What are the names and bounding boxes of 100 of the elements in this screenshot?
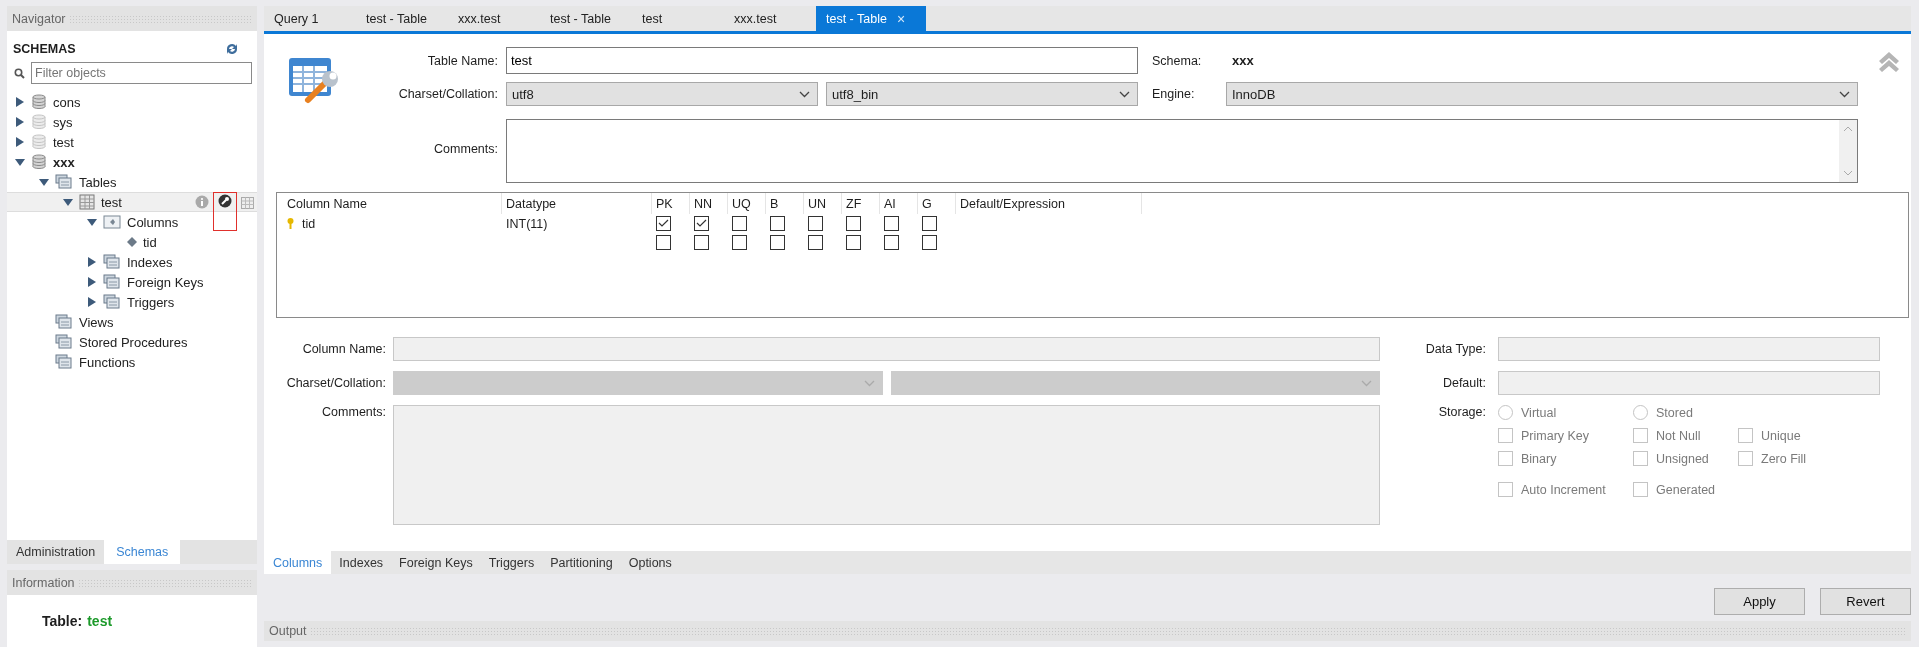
panel-tab[interactable]: Schemas xyxy=(104,540,181,564)
tree-item[interactable]: test xyxy=(7,132,257,152)
option-label: Primary Key xyxy=(1521,428,1590,443)
checkbox[interactable] xyxy=(884,216,899,231)
tree-item[interactable]: Foreign Keys xyxy=(7,272,257,292)
editor-tab[interactable]: test - Table xyxy=(356,6,448,31)
editor-subtab[interactable]: Indexes xyxy=(331,551,392,574)
info-value: test xyxy=(87,613,113,629)
editor-subtab[interactable]: Partitioning xyxy=(542,551,621,574)
comments-field[interactable] xyxy=(506,119,1858,183)
editor-tab[interactable]: test - Table × xyxy=(816,6,926,31)
expand-arrow-icon[interactable] xyxy=(87,277,97,287)
columns-icon xyxy=(103,214,121,230)
checkbox[interactable] xyxy=(694,216,709,231)
tree-item[interactable]: sys xyxy=(7,112,257,132)
expand-arrow-icon[interactable] xyxy=(15,137,25,147)
tree-label: Foreign Keys xyxy=(127,274,204,290)
column-header[interactable]: NN xyxy=(690,193,728,214)
tree-item[interactable]: Indexes xyxy=(7,252,257,272)
expand-arrow-icon[interactable] xyxy=(15,117,25,127)
editor-subtab[interactable]: Triggers xyxy=(480,551,543,574)
expand-arrow-icon[interactable] xyxy=(63,197,73,207)
column-header[interactable]: Default/Expression xyxy=(956,193,1142,214)
column-header[interactable]: B xyxy=(766,193,804,214)
checkbox[interactable] xyxy=(846,216,861,231)
editor-tab[interactable]: test - Table xyxy=(540,6,632,31)
checkbox[interactable] xyxy=(846,235,861,250)
tree-label: Stored Procedures xyxy=(79,334,188,350)
action-button[interactable]: Apply xyxy=(1714,588,1805,615)
filter-field[interactable]: Filter objects xyxy=(31,62,252,84)
expand-arrow-icon[interactable] xyxy=(87,257,97,267)
field-label: Default: xyxy=(1441,376,1486,390)
column-header[interactable]: UQ xyxy=(728,193,766,214)
checkbox[interactable] xyxy=(694,235,709,250)
editor-subtab[interactable]: Columns xyxy=(264,551,332,574)
checkbox[interactable] xyxy=(770,235,785,250)
tree-item[interactable]: test xyxy=(7,192,257,212)
close-icon[interactable]: × xyxy=(896,10,906,27)
checkbox[interactable] xyxy=(808,216,823,231)
column-header[interactable]: UN xyxy=(804,193,842,214)
editor-subtab[interactable]: Foreign Keys xyxy=(391,551,481,574)
tree-item[interactable]: Tables xyxy=(7,172,257,192)
field-label: Data Type: xyxy=(1424,342,1486,356)
data-type-field[interactable] xyxy=(1498,337,1880,361)
option-label: Unsigned xyxy=(1656,451,1709,466)
checkbox[interactable] xyxy=(884,235,899,250)
editor-tab[interactable]: xxx.test xyxy=(448,6,540,31)
editor-tab[interactable]: xxx.test xyxy=(724,6,816,31)
option-label: Generated xyxy=(1656,482,1716,497)
checkbox[interactable] xyxy=(732,235,747,250)
tree-item[interactable]: Triggers xyxy=(7,292,257,312)
option-label: Stored xyxy=(1656,405,1693,420)
chevron-down-icon xyxy=(799,90,810,98)
tree-item[interactable]: xxx xyxy=(7,152,257,172)
expand-arrow-icon[interactable] xyxy=(87,297,97,307)
column-header[interactable]: G xyxy=(918,193,956,214)
tree-item[interactable]: cons xyxy=(7,92,257,112)
default-field[interactable] xyxy=(1498,371,1880,395)
collation-dropdown[interactable]: utf8_bin xyxy=(826,82,1138,106)
checkbox[interactable] xyxy=(922,216,937,231)
checkbox[interactable] xyxy=(656,235,671,250)
checkbox[interactable] xyxy=(808,235,823,250)
column-header[interactable]: PK xyxy=(652,193,690,214)
tree-item[interactable]: Views xyxy=(7,312,257,332)
column-header[interactable]: AI xyxy=(880,193,918,214)
checkbox[interactable] xyxy=(922,235,937,250)
column-header[interactable]: Column Name xyxy=(277,193,502,214)
field-label: Engine: xyxy=(1151,87,1196,101)
action-button[interactable]: Revert xyxy=(1820,588,1911,615)
checkbox[interactable] xyxy=(732,216,747,231)
refresh-icon[interactable] xyxy=(225,43,239,55)
checkbox[interactable] xyxy=(656,216,671,231)
expand-arrow-icon[interactable] xyxy=(87,217,97,227)
tree-item[interactable]: Columns xyxy=(7,212,257,232)
comments-field[interactable] xyxy=(393,405,1380,525)
charset-dropdown[interactable]: utf8 xyxy=(506,82,818,106)
tree-item[interactable]: Functions xyxy=(7,352,257,372)
option-label: Zero Fill xyxy=(1761,451,1807,466)
folder-icon xyxy=(55,314,73,330)
panel-title: Navigator xyxy=(12,11,66,26)
panel-tab[interactable]: Administration xyxy=(7,540,105,564)
editor-tab[interactable]: Query 1 xyxy=(264,6,356,31)
editor-tab[interactable]: test xyxy=(632,6,724,31)
expand-arrow-icon[interactable] xyxy=(39,177,49,187)
option-label: Not Null xyxy=(1656,428,1701,443)
column-header[interactable]: ZF xyxy=(842,193,880,214)
column-header[interactable]: Datatype xyxy=(502,193,652,214)
chevron-down-icon xyxy=(1119,90,1130,98)
column-name-field[interactable] xyxy=(393,337,1380,361)
table-name-field[interactable]: test xyxy=(506,47,1138,74)
checkbox[interactable] xyxy=(770,216,785,231)
tree-item[interactable]: tid xyxy=(7,232,257,252)
tree-item[interactable]: Stored Procedures xyxy=(7,332,257,352)
folder-icon xyxy=(55,354,73,370)
wrench-icon[interactable] xyxy=(218,194,232,208)
engine-dropdown[interactable]: InnoDB xyxy=(1226,82,1858,106)
expand-arrow-icon[interactable] xyxy=(15,157,25,167)
tree-label: xxx xyxy=(53,154,75,170)
editor-subtab[interactable]: Options xyxy=(620,551,680,574)
expand-arrow-icon[interactable] xyxy=(15,97,25,107)
